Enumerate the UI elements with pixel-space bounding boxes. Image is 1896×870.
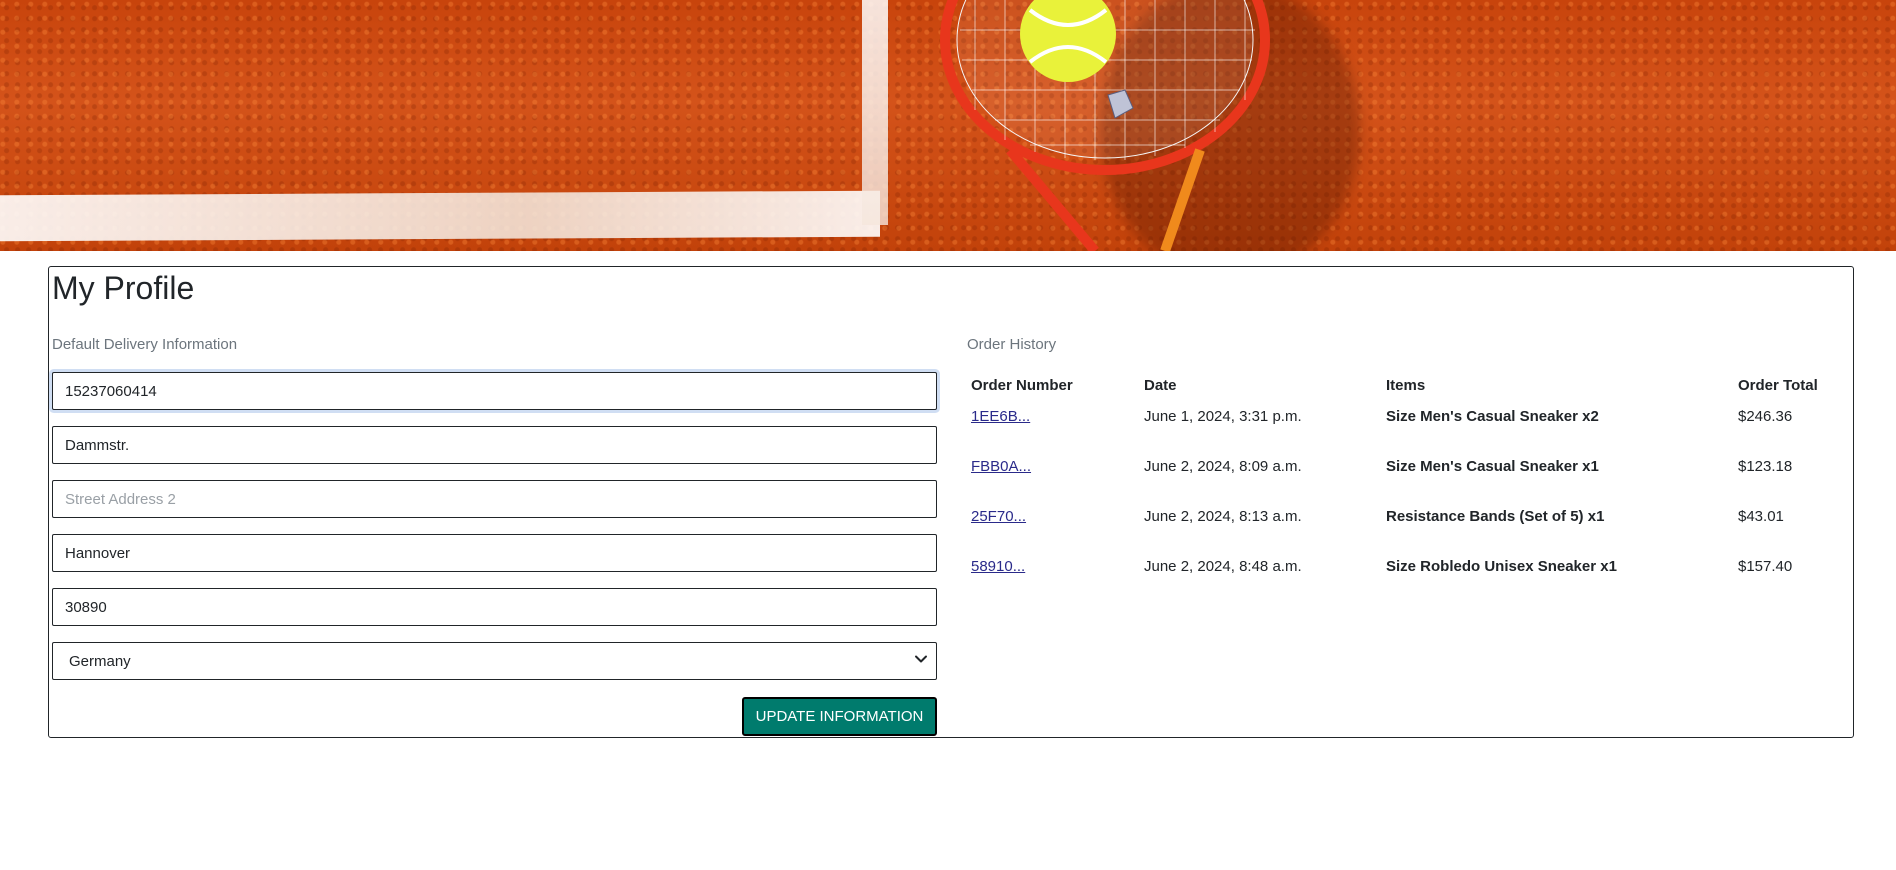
table-row: FBB0A... June 2, 2024, 8:09 a.m. Size Me… — [966, 458, 1858, 508]
column-header-items: Items — [1386, 376, 1426, 394]
order-total: $43.01 — [1738, 508, 1784, 525]
country-selected-value: Germany — [69, 653, 131, 670]
column-header-order-number: Order Number — [971, 376, 1073, 394]
column-header-order-total: Order Total — [1738, 376, 1818, 394]
column-header-date: Date — [1144, 376, 1177, 394]
order-history-section-label: Order History — [967, 336, 1057, 353]
order-number-link[interactable]: 58910... — [971, 558, 1025, 575]
table-row: 58910... June 2, 2024, 8:48 a.m. Size Ro… — [966, 558, 1858, 608]
chevron-down-icon — [915, 655, 927, 663]
order-history-table: Order Number Date Items Order Total 1EE6… — [966, 372, 1858, 608]
order-total: $157.40 — [1738, 558, 1793, 575]
order-date: June 2, 2024, 8:09 a.m. — [1144, 458, 1302, 475]
country-select[interactable]: Germany — [52, 642, 937, 680]
tennis-racket-illustration — [940, 0, 1270, 251]
update-information-button[interactable]: UPDATE INFORMATION — [742, 697, 937, 736]
table-header-row: Order Number Date Items Order Total — [966, 372, 1858, 408]
order-date: June 2, 2024, 8:13 a.m. — [1144, 508, 1302, 525]
order-total: $246.36 — [1738, 408, 1793, 425]
order-items: Size Men's Casual Sneaker x1 — [1386, 458, 1599, 475]
order-number-link[interactable]: FBB0A... — [971, 458, 1031, 475]
order-date: June 1, 2024, 3:31 p.m. — [1144, 408, 1302, 425]
order-items: Size Robledo Unisex Sneaker x1 — [1386, 558, 1617, 575]
street-address-2-input[interactable] — [52, 480, 937, 518]
town-or-city-input[interactable] — [52, 534, 937, 572]
order-items: Resistance Bands (Set of 5) x1 — [1386, 508, 1605, 525]
page-title: My Profile — [52, 270, 195, 306]
postcode-input[interactable] — [52, 588, 937, 626]
order-number-link[interactable]: 1EE6B... — [971, 408, 1030, 425]
delivery-section-label: Default Delivery Information — [52, 336, 238, 353]
order-date: June 2, 2024, 8:48 a.m. — [1144, 558, 1302, 575]
table-row: 25F70... June 2, 2024, 8:13 a.m. Resista… — [966, 508, 1858, 558]
order-items: Size Men's Casual Sneaker x2 — [1386, 408, 1599, 425]
order-total: $123.18 — [1738, 458, 1793, 475]
phone-number-input[interactable] — [52, 372, 937, 410]
table-row: 1EE6B... June 1, 2024, 3:31 p.m. Size Me… — [966, 408, 1858, 458]
street-address-1-input[interactable] — [52, 426, 937, 464]
hero-banner-image — [0, 0, 1896, 251]
order-number-link[interactable]: 25F70... — [971, 508, 1026, 525]
